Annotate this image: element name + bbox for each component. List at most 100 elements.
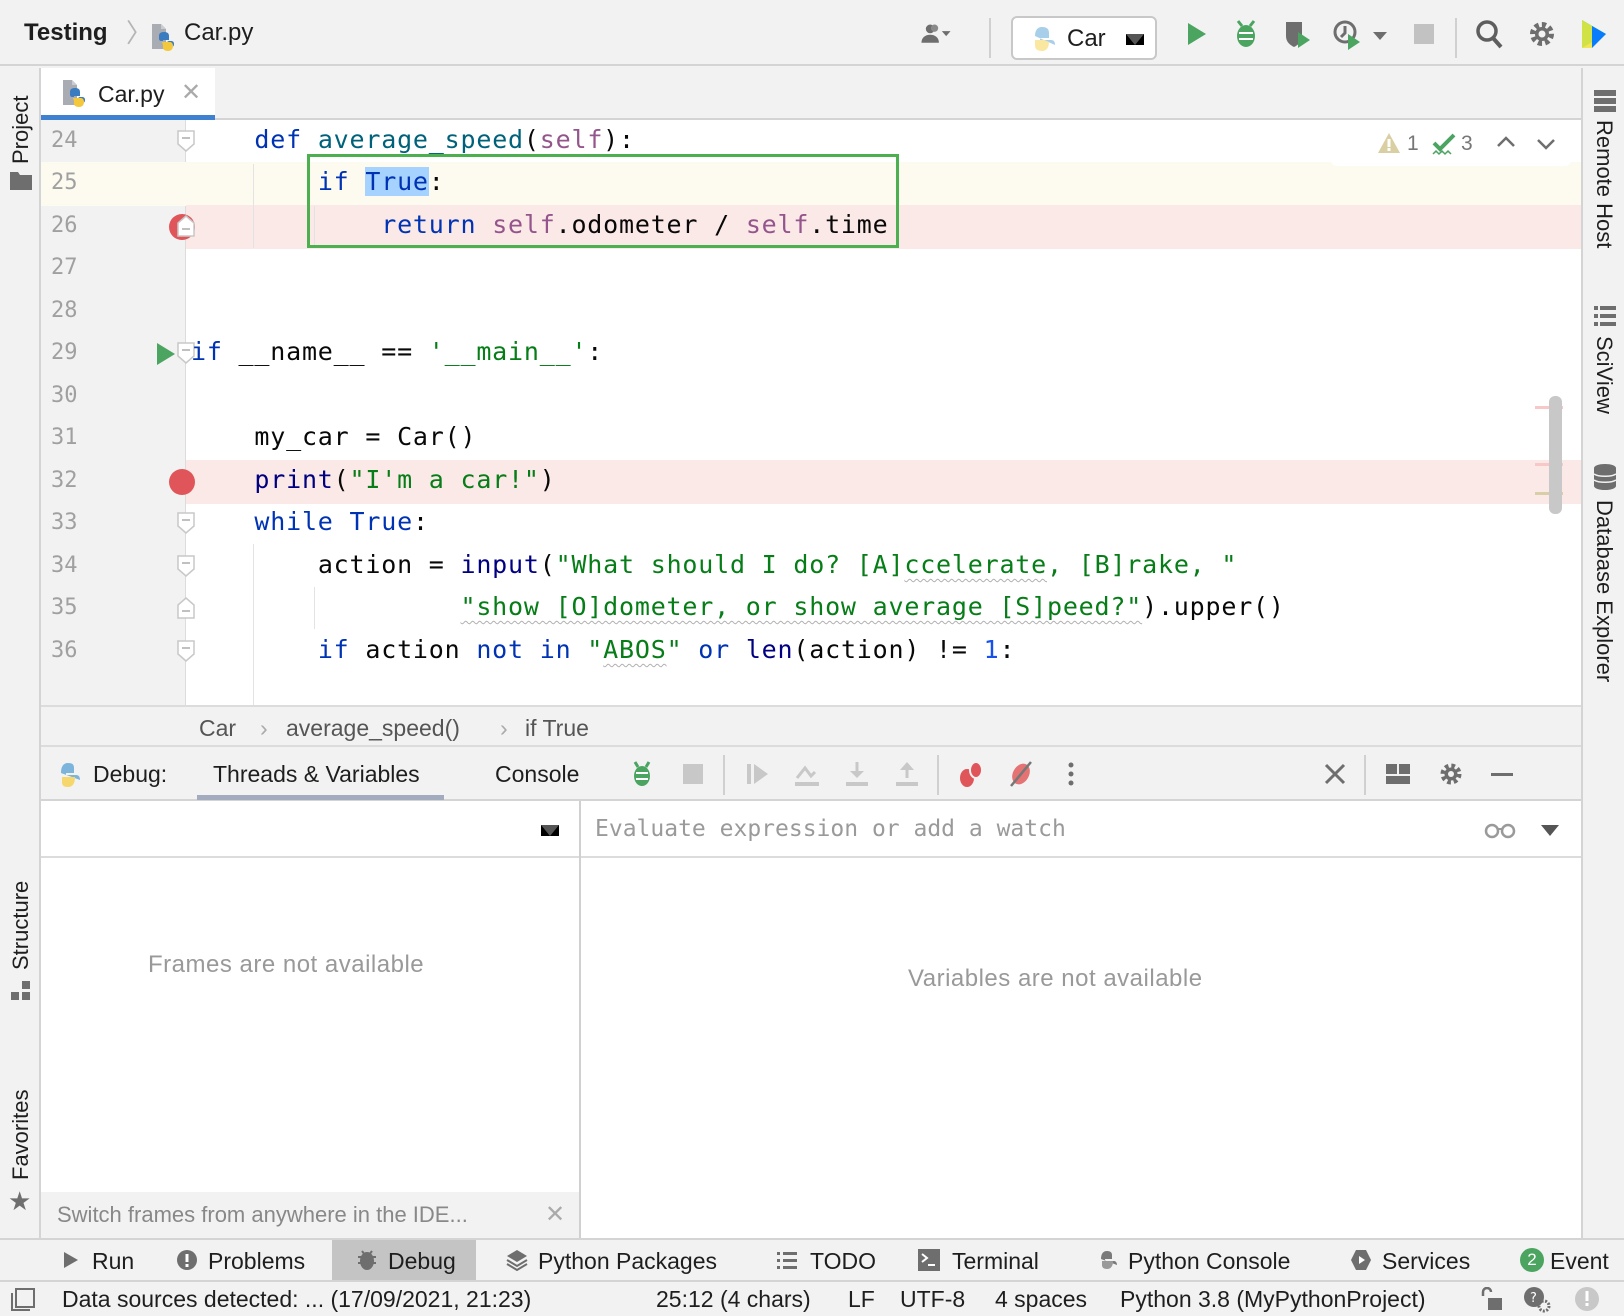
python-icon: [61, 763, 80, 787]
code-line: 35 "show [O]dometer, or show average [S]…: [41, 587, 1581, 631]
tool-window-debug[interactable]: Debug: [332, 1240, 476, 1280]
code-text: action = input("What should I do? [A]cce…: [317, 550, 1238, 579]
remote-host-tool-button[interactable]: Remote Host: [1591, 120, 1617, 248]
step-out-icon[interactable]: [893, 760, 921, 788]
frames-panel: Frames are not available Switch frames f…: [41, 801, 581, 1238]
breadcrumb-item[interactable]: if True: [525, 715, 589, 742]
minimize-icon[interactable]: [1488, 760, 1516, 788]
project-tool-button[interactable]: Project: [8, 96, 34, 164]
toggle-tool-windows-icon[interactable]: [10, 1288, 36, 1312]
inspection-profile-icon[interactable]: ?: [1522, 1285, 1552, 1313]
line-number: 25: [51, 170, 78, 195]
tool-window-run[interactable]: Run: [48, 1240, 138, 1280]
tool-window-services[interactable]: Services: [1346, 1240, 1496, 1280]
hint-text[interactable]: Switch frames from anywhere in the IDE..…: [57, 1202, 468, 1228]
tool-window-python-console[interactable]: Python Console: [1090, 1240, 1320, 1280]
services-icon: [1351, 1250, 1371, 1270]
code-text: return self.odometer / self.time: [381, 210, 889, 239]
code-text: "show [O]dometer, or show average [S]pee…: [460, 592, 1285, 621]
caret-position[interactable]: 25:12 (4 chars): [656, 1286, 811, 1313]
run-configuration-selector[interactable]: Car: [1011, 16, 1157, 60]
run-icon[interactable]: [1180, 18, 1212, 50]
tool-window-terminal[interactable]: Terminal: [912, 1240, 1062, 1280]
sciview-icon: [1594, 306, 1616, 326]
line-number: 28: [51, 298, 78, 323]
layout-icon[interactable]: [1384, 760, 1412, 788]
close-hint-icon[interactable]: ✕: [545, 1200, 565, 1229]
indent-guide: [314, 587, 315, 629]
watch-input-bar: [581, 801, 1581, 858]
debug-tool-window-header: Debug: Threads & Variables Console: [41, 747, 1581, 801]
view-breakpoints-icon[interactable]: [957, 760, 985, 788]
toolbar-separator: [723, 755, 725, 795]
settings-gear-icon[interactable]: [1526, 18, 1558, 50]
python-icon: [1035, 27, 1055, 51]
line-separator[interactable]: LF: [848, 1286, 875, 1313]
favorites-tool-button[interactable]: Favorites: [8, 1090, 34, 1180]
history-dropdown-icon[interactable]: [1541, 825, 1559, 836]
glasses-icon[interactable]: [1484, 823, 1516, 839]
jetbrains-toolbox-icon[interactable]: [1578, 18, 1610, 50]
run-icon: [64, 1252, 78, 1268]
step-into-icon[interactable]: [843, 760, 871, 788]
right-tool-strip: Remote Host SciView Database Explorer: [1581, 68, 1624, 1238]
line-number: 34: [51, 553, 78, 578]
tool-window-event-log[interactable]: 2 Event: [1516, 1240, 1624, 1280]
evaluate-expression-input[interactable]: [595, 811, 1455, 847]
breadcrumb-item[interactable]: average_speed(): [286, 715, 460, 742]
line-number: 27: [51, 255, 78, 280]
mute-breakpoints-icon[interactable]: [1007, 760, 1035, 788]
unlock-icon[interactable]: [1480, 1287, 1504, 1311]
structure-tool-button[interactable]: Structure: [8, 881, 34, 970]
tab-label: Car.py: [98, 81, 165, 107]
line-number: 35: [51, 595, 78, 620]
code-line-current: 25 if True:: [41, 162, 1581, 206]
tool-window-python-packages[interactable]: Python Packages: [496, 1240, 736, 1280]
tool-window-todo[interactable]: TODO: [770, 1240, 880, 1280]
next-highlight-icon[interactable]: [1536, 136, 1556, 152]
python-interpreter[interactable]: Python 3.8 (MyPythonProject): [1120, 1286, 1426, 1313]
debug-icon[interactable]: [1230, 18, 1262, 50]
file-encoding[interactable]: UTF-8: [900, 1286, 965, 1313]
run-gutter-icon[interactable]: [157, 343, 175, 365]
tool-window-problems[interactable]: Problems: [166, 1240, 316, 1280]
notifications-icon[interactable]: [1574, 1286, 1600, 1312]
stop-icon[interactable]: [679, 760, 707, 788]
settings-gear-icon[interactable]: [1437, 760, 1465, 788]
status-message[interactable]: Data sources detected: ... (17/09/2021, …: [62, 1286, 531, 1313]
selected-word: True: [365, 167, 429, 196]
indent-setting[interactable]: 4 spaces: [995, 1286, 1087, 1313]
stop-icon[interactable]: [1408, 18, 1440, 50]
code-line-breakpoint: 32 print("I'm a car!"): [41, 460, 1581, 504]
search-icon[interactable]: [1474, 18, 1506, 50]
more-run-options-icon[interactable]: [1370, 18, 1390, 50]
previous-highlight-icon[interactable]: [1496, 134, 1516, 150]
sciview-tool-button[interactable]: SciView: [1591, 336, 1617, 414]
resume-program-icon[interactable]: [743, 760, 771, 788]
debug-title: Debug:: [93, 761, 168, 787]
tab-car-py[interactable]: Car.py ✕: [41, 68, 215, 120]
tab-threads-variables[interactable]: Threads & Variables: [197, 761, 444, 800]
nav-file-name[interactable]: Car.py: [184, 18, 253, 48]
debug-icon: [358, 1250, 376, 1270]
profile-icon[interactable]: [1332, 18, 1364, 50]
close-icon[interactable]: [1321, 760, 1349, 788]
close-tab-icon[interactable]: ✕: [181, 78, 201, 107]
more-options-icon[interactable]: [1057, 760, 1085, 788]
frames-empty-message: Frames are not available: [148, 951, 425, 978]
breadcrumb-item[interactable]: Car: [199, 715, 236, 742]
rerun-debug-icon[interactable]: [628, 760, 656, 788]
database-icon: [1594, 464, 1616, 490]
inspection-widget[interactable]: 1 3: [1331, 120, 1571, 166]
database-explorer-tool-button[interactable]: Database Explorer: [1591, 500, 1617, 682]
run-with-coverage-icon[interactable]: [1282, 18, 1314, 50]
editor-scrollbar[interactable]: [1549, 396, 1562, 514]
breadcrumb-separator-icon: ›: [500, 715, 508, 741]
code-editor[interactable]: 24 def average_speed(self): 25 if True: …: [41, 120, 1581, 705]
tab-console[interactable]: Console: [495, 761, 579, 788]
nav-project-name[interactable]: Testing: [24, 18, 108, 48]
line-number: 32: [51, 468, 78, 493]
step-over-icon[interactable]: [793, 760, 821, 788]
thread-selector[interactable]: [41, 801, 579, 858]
vcs-users-icon[interactable]: [920, 18, 952, 50]
